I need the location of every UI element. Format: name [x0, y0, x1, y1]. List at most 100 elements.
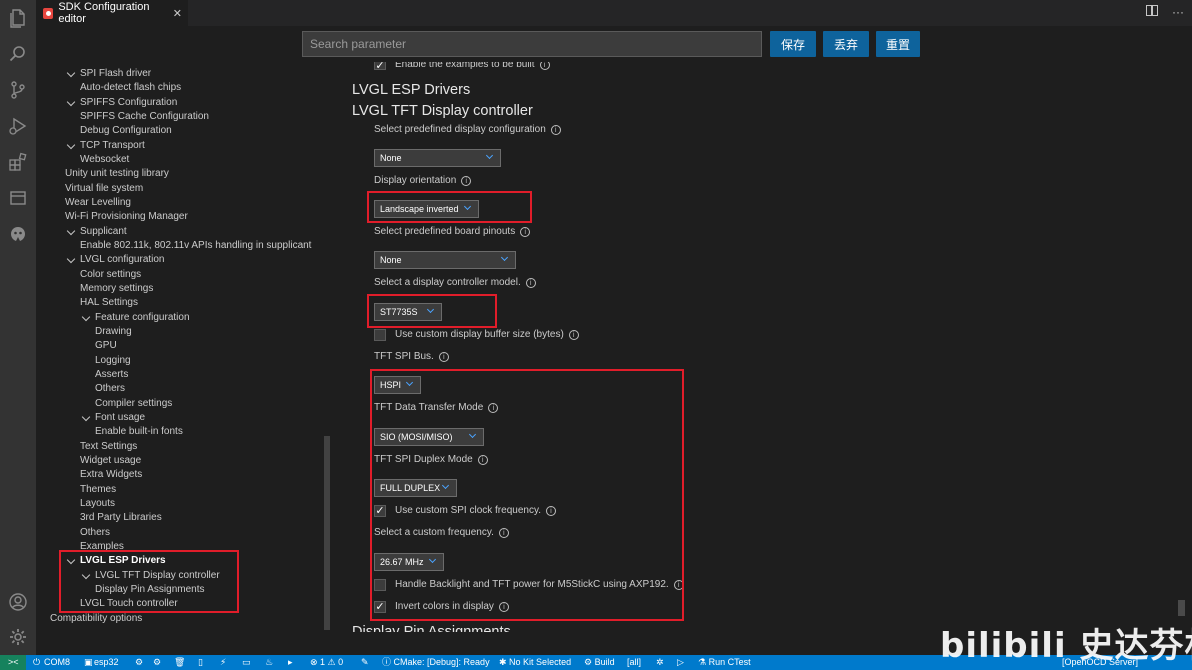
- chevron-down-icon[interactable]: [66, 255, 76, 264]
- sidebar-item[interactable]: Compatibility options: [50, 612, 142, 626]
- sidebar-item[interactable]: Color settings: [80, 268, 141, 282]
- sidebar-item[interactable]: Widget usage: [80, 454, 141, 468]
- sidebar-item[interactable]: Extra Widgets: [80, 468, 142, 482]
- build-icon[interactable]: ▯: [198, 655, 203, 670]
- board-pinouts-dropdown[interactable]: None: [374, 251, 516, 269]
- sidebar-item[interactable]: GPU: [95, 339, 117, 353]
- config-icon[interactable]: ⚙: [135, 655, 143, 670]
- build-status-text: Build: [594, 657, 615, 667]
- chevron-down-icon[interactable]: [66, 140, 76, 149]
- info-icon[interactable]: i: [550, 124, 561, 135]
- sidebar-item[interactable]: Wi-Fi Provisioning Manager: [65, 210, 188, 224]
- gear-icon[interactable]: [8, 627, 28, 647]
- info-icon[interactable]: i: [520, 226, 531, 237]
- search-input[interactable]: [302, 31, 762, 57]
- info-icon[interactable]: i: [539, 62, 550, 70]
- sidebar-item-label: SPI Flash driver: [80, 68, 152, 79]
- sidebar-item[interactable]: Websocket: [80, 153, 129, 167]
- port-label[interactable]: COM8: [44, 655, 70, 670]
- play-icon[interactable]: ▷: [677, 655, 684, 670]
- info-icon[interactable]: i: [568, 329, 579, 340]
- split-editor-icon[interactable]: [1146, 5, 1158, 16]
- sidebar-item[interactable]: SPIFFS Cache Configuration: [80, 110, 209, 124]
- problems-indicator[interactable]: ⊗ 1 ⚠ 0: [310, 655, 343, 670]
- kit-status[interactable]: ✱ No Kit Selected: [499, 655, 571, 670]
- sidebar-item[interactable]: Logging: [95, 354, 131, 368]
- sidebar-item[interactable]: SPIFFS Configuration: [66, 96, 177, 110]
- predefined-config-dropdown[interactable]: None: [374, 149, 501, 167]
- monitor-icon[interactable]: ▭: [242, 655, 251, 670]
- remote-indicator[interactable]: ><: [0, 655, 26, 670]
- sidebar-item[interactable]: Virtual file system: [65, 182, 143, 196]
- sidebar-item[interactable]: HAL Settings: [80, 296, 138, 310]
- sidebar-item-label: Enable built-in fonts: [95, 426, 183, 438]
- sidebar-item[interactable]: Asserts: [95, 368, 128, 382]
- sidebar-item[interactable]: Others: [95, 382, 125, 396]
- source-control-icon[interactable]: [8, 80, 28, 100]
- watermark-logo: bilibili 史达芬林: [940, 626, 1192, 666]
- flash-icon[interactable]: ⚡: [220, 655, 226, 670]
- sidebar-item[interactable]: Unity unit testing library: [65, 167, 169, 181]
- sidebar-item[interactable]: Debug Configuration: [80, 124, 172, 138]
- search-icon[interactable]: [8, 44, 28, 64]
- sidebar-item[interactable]: Auto-detect flash chips: [80, 81, 181, 95]
- chevron-down-icon[interactable]: [66, 97, 76, 106]
- sidebar-item[interactable]: 3rd Party Libraries: [80, 511, 162, 525]
- sidebar-item-label: Asserts: [95, 368, 129, 380]
- trash-icon[interactable]: 🗑: [174, 655, 185, 670]
- chevron-down-icon[interactable]: [66, 226, 76, 235]
- build-target[interactable]: [all]: [627, 655, 641, 670]
- flame-icon[interactable]: ♨: [265, 655, 273, 670]
- close-icon[interactable]: ✕: [173, 7, 182, 20]
- chevron-down-icon[interactable]: [66, 68, 76, 78]
- content-scrollbar[interactable]: [1178, 600, 1185, 616]
- sidebar-item-label: Websocket: [80, 153, 130, 165]
- sidebar-item[interactable]: Enable built-in fonts: [95, 425, 183, 439]
- sidebar-item[interactable]: Feature configuration: [81, 311, 190, 325]
- ctest-status[interactable]: ⚗ Run CTest: [698, 655, 751, 670]
- info-icon[interactable]: i: [525, 277, 536, 288]
- sidebar-item[interactable]: LVGL configuration: [66, 253, 165, 267]
- extensions-icon[interactable]: [8, 152, 28, 172]
- custom-buffer-checkbox[interactable]: [374, 329, 386, 341]
- settings-icon[interactable]: ⚙: [153, 655, 161, 670]
- reset-button[interactable]: 重置: [876, 31, 920, 57]
- sidebar-item[interactable]: Others: [80, 526, 110, 540]
- discard-button[interactable]: 丢弃: [823, 31, 869, 57]
- account-icon[interactable]: [8, 592, 28, 612]
- run-debug-icon[interactable]: [8, 116, 28, 136]
- tab-sdk-config[interactable]: SDK Configuration editor ✕: [36, 0, 188, 26]
- sidebar-item[interactable]: Enable 802.11k, 802.11v APIs handling in…: [80, 239, 311, 253]
- target-label[interactable]: esp32: [94, 655, 119, 670]
- cmake-status[interactable]: ⓘ CMake: [Debug]: Ready: [382, 655, 490, 670]
- sidebar-item[interactable]: Drawing: [95, 325, 132, 339]
- sidebar-item[interactable]: Compiler settings: [95, 397, 172, 411]
- sidebar-item[interactable]: Text Settings: [80, 440, 137, 454]
- remote-icon: ><: [8, 657, 19, 667]
- explorer-icon[interactable]: [8, 8, 28, 28]
- sidebar-item[interactable]: Themes: [80, 483, 116, 497]
- controller-label: Select a display controller model. i: [374, 277, 536, 288]
- enable-examples-text: Enable the examples to be built: [395, 62, 535, 70]
- save-button[interactable]: 保存: [770, 31, 816, 57]
- tools-icon[interactable]: ✎: [361, 655, 369, 670]
- sidebar-item[interactable]: SPI Flash driver: [66, 67, 152, 81]
- info-icon[interactable]: i: [438, 351, 449, 362]
- sidebar-item[interactable]: Memory settings: [80, 282, 153, 296]
- chevron-down-icon[interactable]: [81, 312, 91, 321]
- sidebar-item[interactable]: Supplicant: [66, 225, 127, 239]
- sidebar-item[interactable]: Font usage: [81, 411, 145, 425]
- sidebar-item[interactable]: TCP Transport: [66, 139, 145, 153]
- debug-icon[interactable]: ✲: [656, 655, 664, 670]
- enable-examples-checkbox[interactable]: ✓: [374, 62, 386, 71]
- build-status[interactable]: ⚙ Build: [584, 655, 615, 670]
- sidebar-item-label: TCP Transport: [80, 139, 145, 151]
- chevron-down-icon[interactable]: [81, 412, 91, 422]
- more-actions-icon[interactable]: ···: [1172, 5, 1184, 19]
- remote-explorer-icon[interactable]: [8, 188, 28, 208]
- info-icon[interactable]: i: [461, 175, 472, 186]
- sidebar-item[interactable]: Wear Levelling: [65, 196, 131, 210]
- terminal-icon[interactable]: ▸: [288, 655, 293, 670]
- esp-idf-icon[interactable]: [8, 224, 28, 244]
- sidebar-item[interactable]: Layouts: [80, 497, 115, 511]
